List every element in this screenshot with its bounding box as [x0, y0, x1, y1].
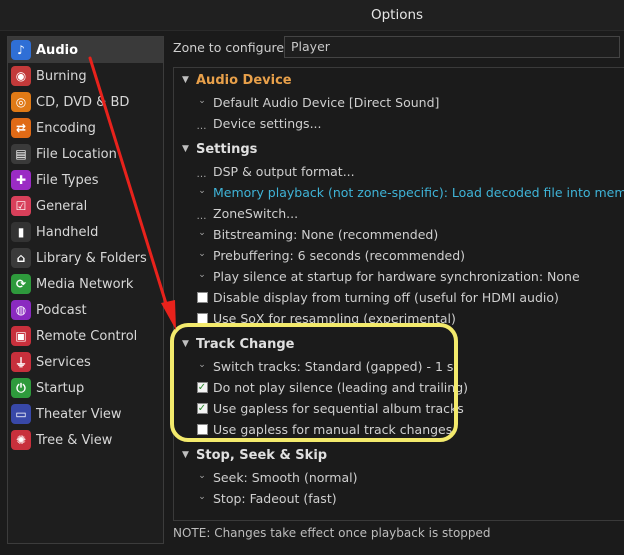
red-arrow-annotation [88, 56, 176, 330]
